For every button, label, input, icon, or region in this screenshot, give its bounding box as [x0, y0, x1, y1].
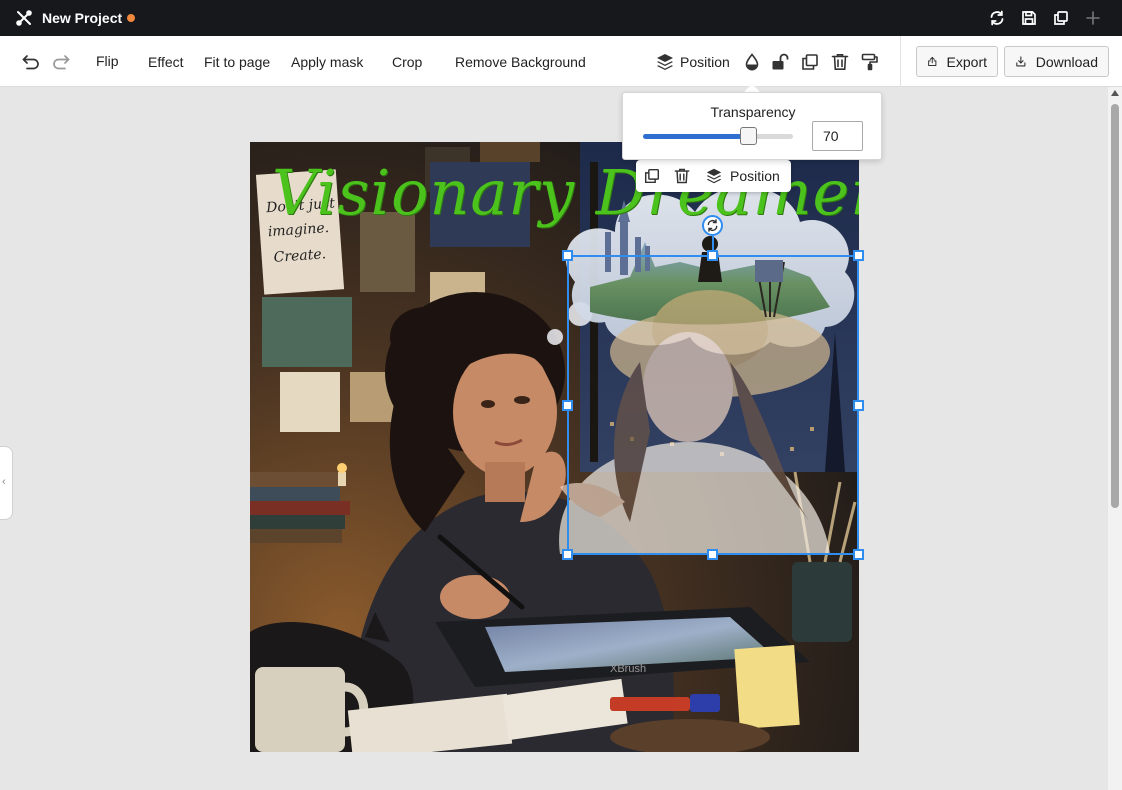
resize-handle-bottom-left[interactable]	[562, 549, 573, 560]
refresh-icon[interactable]	[988, 9, 1006, 27]
chevron-left-icon: ‹	[2, 476, 6, 488]
scroll-up-arrow-icon[interactable]	[1111, 90, 1119, 96]
rotate-handle[interactable]	[702, 215, 723, 236]
resize-handle-top[interactable]	[707, 250, 718, 261]
export-button[interactable]: Export	[916, 46, 998, 77]
paint-roller-icon[interactable]	[860, 52, 880, 72]
unsaved-indicator	[127, 14, 135, 22]
resize-handle-top-left[interactable]	[562, 250, 573, 261]
trash-icon[interactable]	[673, 167, 691, 185]
transparency-drop-icon[interactable]	[742, 52, 762, 72]
rotate-icon	[707, 219, 718, 232]
canvas-artwork: XBrush Don't just imagine. Create.	[250, 142, 859, 752]
trash-icon[interactable]	[830, 52, 850, 72]
apply-mask-button[interactable]: Apply mask	[291, 54, 363, 70]
resize-handle-left[interactable]	[562, 400, 573, 411]
duplicate-window-icon[interactable]	[1052, 9, 1070, 27]
position-button[interactable]: Position	[680, 54, 730, 70]
title-bar: New Project	[0, 0, 1122, 36]
transparency-value-input[interactable]	[812, 121, 863, 151]
resize-handle-bottom-right[interactable]	[853, 549, 864, 560]
fit-to-page-button[interactable]: Fit to page	[204, 54, 270, 70]
unlock-icon[interactable]	[770, 52, 790, 72]
download-button[interactable]: Download	[1004, 46, 1109, 77]
flip-button[interactable]: Flip	[96, 53, 119, 69]
toolbar-divider	[900, 36, 901, 87]
plus-icon[interactable]	[1084, 9, 1102, 27]
project-title: New Project	[42, 10, 123, 26]
transparency-slider-thumb[interactable]	[739, 127, 757, 145]
export-label: Export	[946, 53, 987, 70]
redo-icon[interactable]	[51, 52, 71, 72]
download-icon	[1016, 56, 1026, 67]
undo-icon[interactable]	[21, 52, 41, 72]
duplicate-icon[interactable]	[643, 167, 661, 185]
remove-background-button[interactable]: Remove Background	[455, 54, 586, 70]
layers-icon[interactable]	[705, 167, 723, 185]
selection-context-toolbar: Position	[636, 160, 791, 192]
transparency-label: Transparency	[710, 104, 796, 120]
layers-icon[interactable]	[655, 52, 675, 72]
transparency-slider[interactable]	[643, 134, 793, 139]
tablet-brand-text: XBrush	[610, 663, 646, 675]
transparency-popover: Transparency	[622, 92, 882, 160]
context-position-button[interactable]: Position	[730, 168, 780, 184]
duplicate-icon[interactable]	[800, 52, 820, 72]
crop-button[interactable]: Crop	[392, 54, 422, 70]
main-toolbar: Flip Effect Fit to page Apply mask Crop …	[0, 36, 1122, 87]
popover-arrow	[744, 84, 760, 92]
resize-handle-top-right[interactable]	[853, 250, 864, 261]
resize-handle-bottom[interactable]	[707, 549, 718, 560]
design-canvas[interactable]: XBrush Don't just imagine. Create. Visio…	[250, 142, 859, 752]
app-logo-icon	[16, 10, 32, 26]
sidebar-collapse-tab[interactable]: ‹	[0, 446, 13, 520]
scrollbar-thumb[interactable]	[1111, 104, 1119, 508]
save-icon[interactable]	[1020, 9, 1038, 27]
transparency-slider-fill	[643, 134, 748, 139]
resize-handle-right[interactable]	[853, 400, 864, 411]
effect-button[interactable]: Effect	[148, 54, 184, 70]
download-label: Download	[1035, 53, 1098, 70]
export-icon	[928, 56, 937, 66]
